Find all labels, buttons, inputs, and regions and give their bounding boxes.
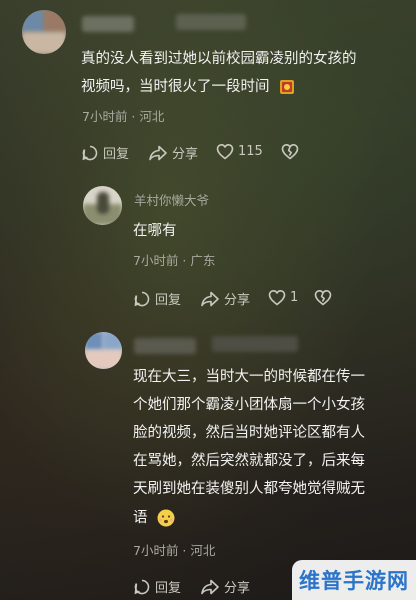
share-label: 分享 <box>224 581 251 596</box>
like-count: 1 <box>290 290 299 305</box>
comment-text-span: 语 <box>133 510 148 526</box>
share-label: 分享 <box>224 293 251 308</box>
comment-text-line: 天刷到她在装傻别人都夸她觉得贼无 <box>133 481 365 497</box>
comment-text-line: 真的没人看到过她以前校园霸凌别的女孩的 <box>81 51 357 67</box>
like-button[interactable]: 1 <box>268 289 298 306</box>
share-button[interactable]: 分享 <box>148 143 198 162</box>
dislike-button[interactable] <box>281 143 299 160</box>
comment-text-line: 个她们那个霸凌小团体扇一个小女孩 <box>133 397 365 413</box>
reply-button[interactable]: 回复 <box>133 289 181 308</box>
share-button[interactable]: 分享 <box>200 577 250 596</box>
avatar[interactable] <box>85 332 122 369</box>
comment-text-line: 视频吗，当时很火了一段时间 <box>81 74 296 100</box>
reply-button[interactable]: 回复 <box>81 143 129 162</box>
username[interactable]: 羊村你懒大爷 <box>134 190 209 209</box>
reply-icon <box>134 579 150 594</box>
comment-text-line: 在哪有 <box>133 223 177 239</box>
speechless-face-icon <box>157 509 175 527</box>
reply-button[interactable]: 回复 <box>133 577 181 596</box>
username-blurred-2 <box>176 14 246 30</box>
comment-text-span: 视频吗，当时很火了一段时间 <box>81 79 270 95</box>
watermark-text: 维普手游网 <box>299 569 409 593</box>
comment-meta: 7小时前 · 广东 <box>133 253 216 268</box>
comment-meta: 7小时前 · 河北 <box>133 543 216 558</box>
fire-sticker-icon <box>280 80 295 94</box>
username-blurred-2 <box>212 336 298 352</box>
like-count: 115 <box>238 144 263 159</box>
share-icon <box>201 579 219 594</box>
reply-icon <box>134 291 150 306</box>
reply-label: 回复 <box>155 293 182 308</box>
comment-text-line: 在骂她，然后突然就都没了，后来每 <box>133 453 365 469</box>
share-icon <box>149 145 167 160</box>
reply-label: 回复 <box>103 147 130 162</box>
share-button[interactable]: 分享 <box>200 289 250 308</box>
username-blurred <box>134 338 196 354</box>
share-label: 分享 <box>172 147 199 162</box>
username-blurred <box>82 16 134 32</box>
site-watermark: 维普手游网 <box>292 560 416 600</box>
reply-icon <box>82 145 98 160</box>
avatar[interactable] <box>22 10 66 54</box>
broken-heart-icon <box>281 144 299 160</box>
share-icon <box>201 291 219 306</box>
comment-text-line: 现在大三，当时大一的时候都在传一 <box>133 369 365 385</box>
comment-meta: 7小时前 · 河北 <box>82 109 165 124</box>
avatar[interactable] <box>83 186 122 225</box>
heart-icon <box>268 290 286 306</box>
dislike-button[interactable] <box>314 289 332 306</box>
reply-label: 回复 <box>155 581 182 596</box>
broken-heart-icon <box>314 290 332 306</box>
comment-text-line: 脸的视频，然后当时她评论区都有人 <box>133 425 365 441</box>
heart-icon <box>216 144 234 160</box>
like-button[interactable]: 115 <box>216 143 263 160</box>
comment-text-line: 语 <box>133 505 176 531</box>
